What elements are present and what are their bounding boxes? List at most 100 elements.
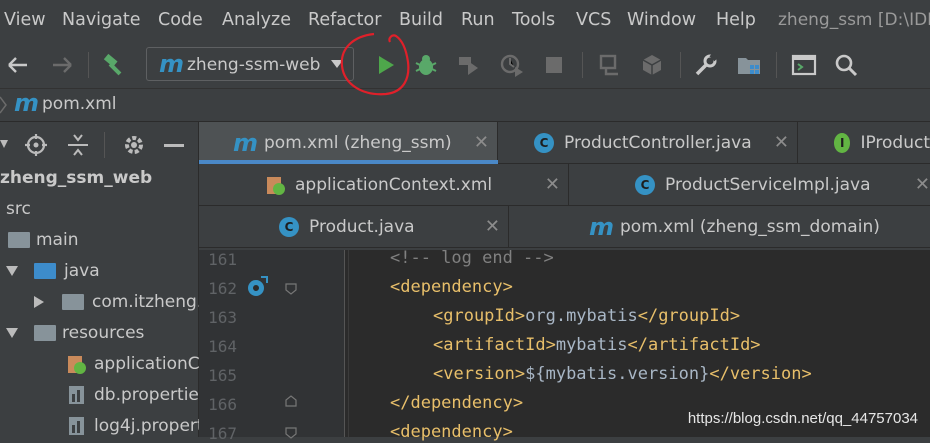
editor-tabs: m pom.xml (zheng_ssm) ✕ C ProductControl… — [199, 122, 930, 250]
override-gutter-icon[interactable] — [245, 275, 269, 299]
close-icon[interactable]: ✕ — [915, 174, 930, 195]
tab-label: Product.java — [309, 216, 415, 237]
code-editor[interactable]: 161 162 163 164 165 166 167 <!-- log end… — [199, 248, 930, 443]
maven-icon: m — [589, 212, 615, 241]
tree-item-label: java — [64, 261, 100, 281]
tab-product-java[interactable]: C Product.java ✕ — [199, 206, 509, 248]
xml-tag: </artifactId> — [627, 335, 761, 355]
tree-item-applicationcontext[interactable]: applicationCo — [66, 349, 210, 379]
expand-arrow-icon[interactable] — [6, 266, 18, 276]
xml-tag: <artifactId> — [433, 335, 556, 355]
collapse-arrow-icon[interactable] — [34, 296, 44, 308]
xml-tag: <version> — [433, 364, 526, 384]
code-line-162: <dependency> — [390, 277, 513, 297]
fold-icon[interactable] — [284, 394, 298, 408]
back-arrow-icon[interactable] — [4, 42, 32, 88]
close-icon[interactable]: ✕ — [545, 174, 560, 195]
toolbar-separator — [582, 52, 583, 78]
tree-item-package[interactable]: com.itzheng. — [34, 287, 202, 317]
project-root[interactable]: zheng_ssm_web — [0, 163, 152, 193]
breadcrumb-file[interactable]: pom.xml — [42, 94, 117, 114]
code-line-161: <!-- log end --> — [390, 248, 554, 268]
build-hammer-icon[interactable] — [100, 42, 128, 88]
folder-icon — [8, 232, 30, 248]
gear-icon[interactable] — [122, 133, 146, 157]
code-line-167: <dependency> — [390, 422, 513, 442]
tab-application-context[interactable]: applicationContext.xml ✕ — [199, 164, 569, 206]
project-structure-icon[interactable] — [734, 42, 764, 88]
editor-gutter: 161 162 163 164 165 166 167 — [199, 250, 345, 443]
minimize-icon[interactable] — [164, 144, 184, 147]
xml-comment: <!-- log end --> — [390, 248, 554, 268]
search-icon[interactable] — [832, 42, 860, 88]
coverage-icon[interactable] — [454, 42, 482, 88]
tab-pom-zheng-ssm[interactable]: m pom.xml (zheng_ssm) ✕ — [199, 122, 498, 164]
xml-tag: </dependency> — [390, 393, 524, 413]
close-icon[interactable]: ✕ — [474, 132, 489, 153]
close-icon[interactable]: ✕ — [774, 132, 789, 153]
run-configuration-selector[interactable]: m zheng-ssm-web — [146, 47, 354, 81]
menu-build[interactable]: Build — [399, 10, 443, 30]
maven-icon: m — [159, 50, 185, 78]
tab-label: pom.xml (zheng_ssm) — [264, 132, 452, 153]
xml-tag: </groupId> — [637, 306, 741, 326]
tree-item-label: log4j.propert — [94, 416, 204, 436]
menu-help[interactable]: Help — [716, 10, 756, 30]
tab-iproduct[interactable]: I IProduct — [798, 122, 930, 164]
line-number: 162 — [208, 279, 237, 298]
expand-arrow-icon[interactable] — [6, 328, 18, 338]
attach-icon[interactable] — [596, 42, 624, 88]
properties-file-icon — [69, 417, 84, 435]
debug-icon[interactable] — [412, 42, 440, 88]
close-icon[interactable]: ✕ — [485, 216, 500, 237]
menu-window[interactable]: Window — [627, 10, 696, 30]
fold-icon[interactable] — [284, 282, 298, 296]
tree-item-main[interactable]: main — [8, 225, 78, 255]
tree-item-db-properties[interactable]: db.propertie — [66, 380, 199, 410]
maven-icon: m — [233, 128, 259, 157]
project-panel-toolbar — [0, 122, 198, 166]
tab-pom-zheng-ssm-domain[interactable]: m pom.xml (zheng_ssm_domain) — [509, 206, 930, 248]
profile-icon[interactable] — [498, 42, 526, 88]
collapse-all-icon[interactable] — [66, 133, 90, 157]
xml-tag: <dependency> — [390, 277, 513, 297]
menu-vcs[interactable]: VCS — [576, 10, 611, 30]
xml-tag: <groupId> — [433, 306, 526, 326]
line-number: 164 — [208, 337, 237, 356]
menu-code[interactable]: Code — [158, 10, 203, 30]
chevron-down-icon[interactable] — [0, 140, 8, 150]
menu-view[interactable]: View — [4, 10, 46, 30]
class-icon: C — [635, 174, 655, 195]
menu-analyze[interactable]: Analyze — [222, 10, 291, 30]
code-line-163: <groupId>org.mybatis</groupId> — [433, 306, 740, 326]
tree-item-src[interactable]: src — [6, 194, 31, 224]
tree-item-label: resources — [62, 323, 145, 343]
spring-xml-file-icon — [68, 356, 86, 374]
annotation-circle — [340, 32, 410, 96]
line-number: 161 — [208, 250, 237, 269]
settings-wrench-icon[interactable] — [692, 42, 720, 88]
tab-product-service-impl[interactable]: C ProductServiceImpl.java ✕ — [569, 164, 930, 206]
menu-tools[interactable]: Tools — [512, 10, 555, 30]
line-number: 166 — [208, 395, 237, 414]
fold-icon[interactable] — [284, 426, 298, 440]
menu-refactor[interactable]: Refactor — [308, 10, 381, 30]
terminal-icon[interactable] — [790, 42, 818, 88]
tab-product-controller[interactable]: C ProductController.java ✕ — [498, 122, 798, 164]
toolbar-separator — [680, 52, 681, 78]
tree-item-label: applicationCo — [94, 354, 211, 374]
tree-item-label: db.propertie — [94, 385, 199, 405]
package-icon — [62, 294, 84, 310]
tree-item-resources[interactable]: resources — [6, 318, 144, 348]
locate-target-icon[interactable] — [24, 133, 48, 157]
forward-arrow-icon[interactable] — [48, 42, 76, 88]
stop-icon[interactable] — [540, 42, 568, 88]
resources-folder-icon — [34, 325, 56, 341]
indent-guide — [348, 250, 349, 437]
menu-run[interactable]: Run — [461, 10, 495, 30]
deploy-icon[interactable] — [638, 42, 666, 88]
tab-label: ProductController.java — [564, 132, 752, 153]
tree-item-java[interactable]: java — [6, 256, 100, 286]
menu-navigate[interactable]: Navigate — [62, 10, 141, 30]
tab-label: pom.xml (zheng_ssm_domain) — [620, 216, 880, 237]
